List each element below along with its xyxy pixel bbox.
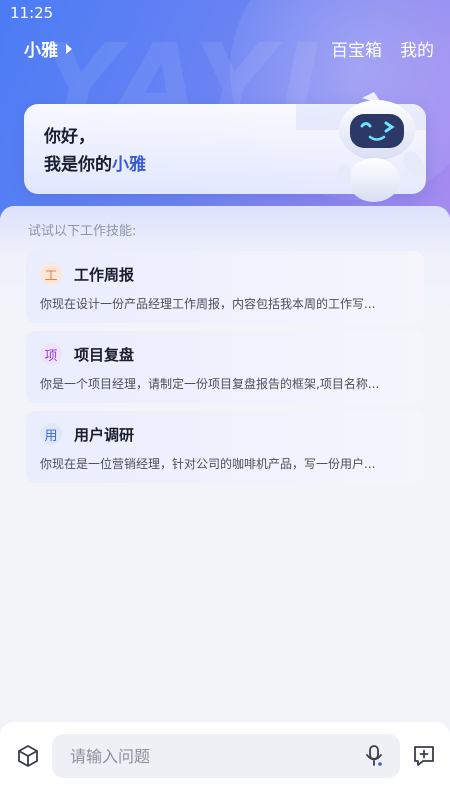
skills-hint: 试试以下工作技能: [28, 224, 137, 239]
question-input-wrapper [52, 734, 400, 778]
status-time: 11:25 [10, 4, 54, 22]
greeting-line-1: 你好， [44, 127, 95, 147]
skill-badge: 项 [40, 343, 62, 365]
skill-description: 你现在设计一份产品经理工作周报，内容包括我本周的工作写... [40, 297, 376, 311]
skill-card-weekly-report[interactable]: 工 工作周报 你现在设计一份产品经理工作周报，内容包括我本周的工作写... [26, 251, 424, 323]
assistant-switcher[interactable]: 小雅 [24, 36, 72, 61]
skill-title: 项目复盘 [74, 346, 135, 364]
top-nav: 小雅 百宝箱 我的 [0, 32, 450, 64]
assistant-name: 小雅 [24, 41, 58, 61]
skill-title: 用户调研 [74, 426, 135, 444]
caret-right-icon [66, 43, 72, 54]
new-chat-icon[interactable] [412, 744, 436, 768]
skill-badge: 用 [40, 423, 62, 445]
nav-treasure-box[interactable]: 百宝箱 [331, 36, 382, 61]
skill-card-project-review[interactable]: 项 项目复盘 你是一个项目经理，请制定一份项目复盘报告的框架,项目名称... [26, 331, 424, 403]
skill-description: 你是一个项目经理，请制定一份项目复盘报告的框架,项目名称... [40, 377, 380, 391]
skill-badge: 工 [40, 263, 62, 285]
greeting-line-2: 我是你的小雅 [44, 150, 146, 175]
skill-card-user-research[interactable]: 用 用户调研 你现在是一位营销经理，针对公司的咖啡机产品，写一份用户... [26, 411, 424, 483]
greeting-prefix: 我是你的 [44, 155, 112, 175]
skill-title: 工作周报 [74, 266, 135, 284]
skill-description: 你现在是一位营销经理，针对公司的咖啡机产品，写一份用户... [40, 457, 376, 471]
robot-mascot-icon [337, 92, 425, 202]
microphone-icon[interactable] [364, 745, 384, 767]
nav-mine[interactable]: 我的 [400, 36, 434, 61]
question-input[interactable] [70, 734, 350, 778]
cube-icon[interactable] [16, 744, 40, 768]
greeting-name: 小雅 [112, 155, 146, 175]
input-bar [0, 722, 450, 800]
